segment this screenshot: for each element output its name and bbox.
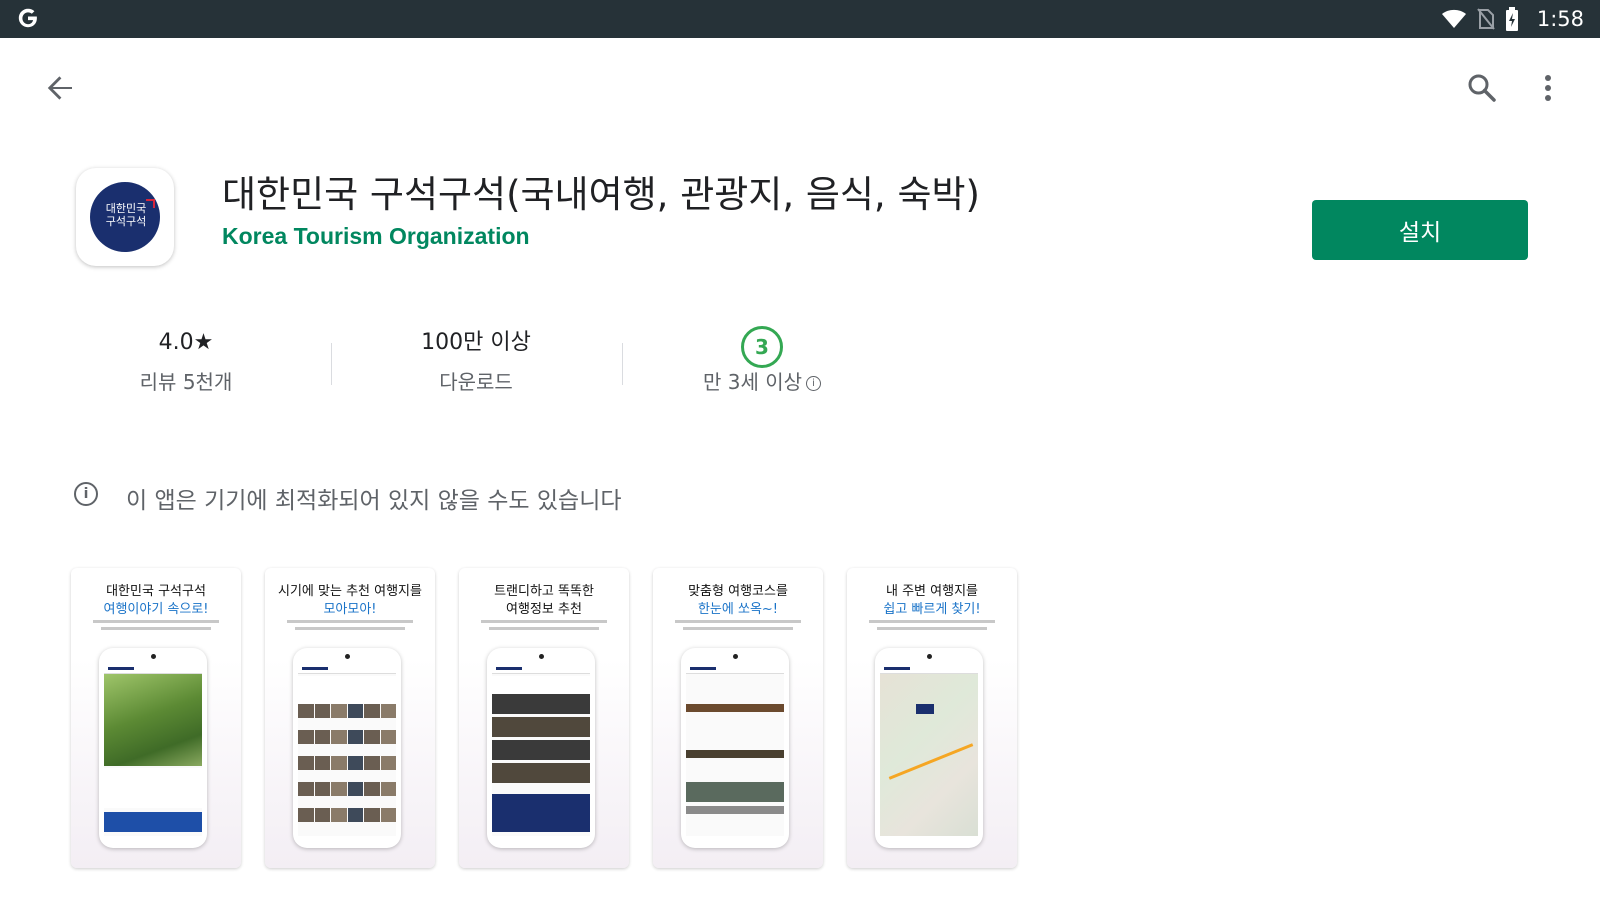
status-clock: 1:58 [1536, 7, 1584, 31]
downloads-stat: 100만 이상 다운로드 [366, 326, 586, 395]
screenshot-caption-line1: 트랜디하고 똑똑한 [494, 584, 594, 599]
screenshot-caption-line1: 시기에 맞는 추천 여행지를 [278, 584, 422, 599]
app-icon-text-line2: 구석구석 [105, 215, 147, 228]
info-icon[interactable]: i [806, 376, 822, 391]
screenshot-description [281, 620, 419, 634]
screenshot-caption-line2: 여행이야기 속으로! [103, 602, 209, 617]
app-icon-logo: 대한민국 구석구석 [90, 182, 160, 252]
screenshot-description [863, 620, 1001, 634]
compatibility-warning: 이 앱은 기기에 최적화되어 있지 않을 수도 있습니다 [126, 488, 622, 514]
app-icon-corner-mark [146, 199, 155, 208]
arrow-back-icon[interactable] [40, 68, 80, 108]
screenshot-caption-line1: 대한민국 구석구석 [106, 584, 206, 599]
review-count: 리뷰 5천개 [139, 370, 233, 394]
screenshot-caption-line1: 맞춤형 여행코스를 [688, 584, 788, 599]
more-vert-icon[interactable] [1534, 68, 1562, 108]
stat-divider [331, 343, 332, 385]
search-icon[interactable] [1462, 68, 1502, 108]
screenshot-thumbnail[interactable]: 내 주변 여행지를 쉽고 빠르게 찾기! [847, 568, 1017, 868]
install-button[interactable]: 설치 [1312, 200, 1528, 260]
screenshot-caption-line2: 여행정보 추천 [506, 602, 582, 617]
age-rating-stat[interactable]: 3 만 3세 이상 i [652, 326, 872, 395]
screenshot-thumbnail[interactable]: 트랜디하고 똑똑한 여행정보 추천 [459, 568, 629, 868]
screenshot-caption-line2: 한눈에 쏘옥~! [697, 602, 779, 617]
age-rating-label: 만 3세 이상 [702, 370, 803, 394]
app-icon: 대한민국 구석구석 [76, 168, 174, 266]
screenshot-caption-line2: 모아모아! [323, 602, 377, 617]
downloads-label: 다운로드 [439, 370, 513, 394]
phone-mockup [487, 648, 595, 848]
phone-mockup [681, 648, 789, 848]
screenshot-caption-line2: 쉽고 빠르게 찾기! [883, 602, 981, 617]
wifi-icon [1441, 9, 1466, 28]
phone-mockup [293, 648, 401, 848]
phone-mockup [875, 648, 983, 848]
app-title: 대한민국 구석구석(국내여행, 관광지, 음식, 숙박) [222, 173, 980, 216]
screenshot-description [475, 620, 613, 634]
screenshot-description [669, 620, 807, 634]
battery-charging-icon [1505, 7, 1518, 31]
status-bar: 1:58 [0, 0, 1600, 38]
screenshot-thumbnail[interactable]: 맞춤형 여행코스를 한눈에 쏘옥~! [653, 568, 823, 868]
google-g-icon [18, 8, 37, 28]
rating-value: 4.0★ [158, 330, 214, 355]
screenshot-thumbnail[interactable]: 대한민국 구석구석 여행이야기 속으로! [71, 568, 241, 868]
stat-divider [622, 343, 623, 385]
screenshot-caption-line1: 내 주변 여행지를 [886, 584, 978, 599]
screenshot-carousel[interactable]: 대한민국 구석구석 여행이야기 속으로! 시기에 맞는 추천 여행지를 모아모아… [71, 568, 1017, 868]
phone-mockup [99, 648, 207, 848]
downloads-value: 100만 이상 [421, 330, 531, 355]
info-icon: i [74, 482, 98, 506]
screenshot-thumbnail[interactable]: 시기에 맞는 추천 여행지를 모아모아! [265, 568, 435, 868]
rating-stat[interactable]: 4.0★ 리뷰 5천개 [76, 326, 296, 395]
age-rating-badge: 3 [741, 326, 783, 368]
developer-link[interactable]: Korea Tourism Organization [222, 223, 530, 250]
screenshot-description [87, 620, 225, 634]
no-sim-icon [1477, 8, 1495, 30]
